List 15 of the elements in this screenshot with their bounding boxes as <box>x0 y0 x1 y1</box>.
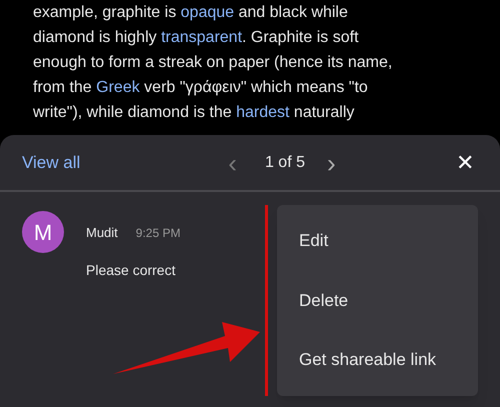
menu-item[interactable]: Delete <box>277 278 478 324</box>
article-link[interactable]: hardest <box>236 104 290 121</box>
menu-item[interactable]: Edit <box>277 218 478 264</box>
comment-time: 9:25 PM <box>136 225 180 242</box>
comment-text: Please correct <box>86 261 176 280</box>
menu-item[interactable]: Get shareable link <box>277 337 478 383</box>
comment-counter: 1 of 5 <box>264 152 305 172</box>
close-button[interactable]: ✕ <box>456 152 474 174</box>
view-all-link[interactable]: View all <box>22 150 80 176</box>
next-button[interactable]: › <box>326 150 336 176</box>
article-link[interactable]: transparent <box>161 29 242 46</box>
article-paragraph: example, graphite is opaque and black while diamond is highly transparent. Graphite is soft enough to form a streak on paper (hence its name, from the Greek verb "γράφειν" which means "to write"), while diamond is the hardest naturally <box>33 3 394 123</box>
author-name: Mudit <box>86 224 118 242</box>
article-link[interactable]: opaque <box>180 4 234 21</box>
article-link[interactable]: Greek <box>96 79 140 96</box>
